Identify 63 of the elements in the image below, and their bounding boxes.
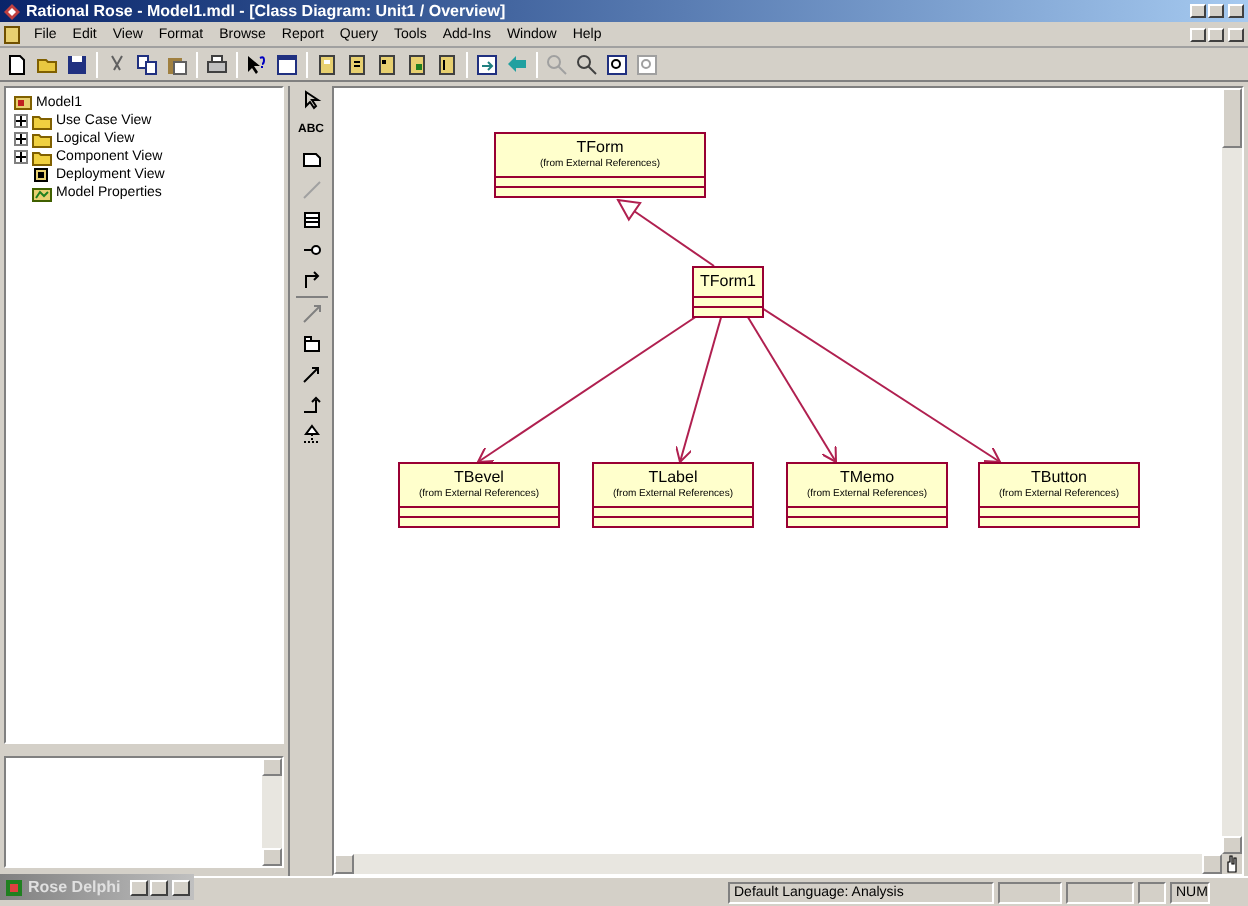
save-icon[interactable] <box>66 53 88 75</box>
fit-icon[interactable] <box>606 53 628 75</box>
restore-button[interactable] <box>130 879 148 895</box>
package-icon[interactable] <box>301 334 321 354</box>
window-title: Rational Rose - Model1.mdl - [Class Diagram: Unit1 / Overview] <box>26 3 506 19</box>
class-name: TLabel <box>648 466 698 486</box>
diagram-icon[interactable] <box>346 53 368 75</box>
generalization-arrow <box>617 199 715 267</box>
scroll-down-button[interactable] <box>262 848 282 866</box>
paste-icon[interactable] <box>166 53 188 75</box>
window-icon[interactable] <box>276 53 298 75</box>
realize-icon[interactable] <box>301 394 321 414</box>
node-icon <box>32 166 52 184</box>
status-panel <box>1066 881 1134 903</box>
app-logo-icon <box>4 3 20 19</box>
vertical-scrollbar[interactable] <box>1222 88 1242 854</box>
model-icon <box>14 94 32 110</box>
inherit-icon[interactable] <box>301 424 321 444</box>
restore-button[interactable] <box>1208 27 1224 41</box>
scroll-up-button[interactable] <box>262 758 282 776</box>
scroll-thumb[interactable] <box>1222 88 1242 148</box>
help-pointer-icon[interactable] <box>246 53 268 75</box>
pointer-icon[interactable] <box>301 90 321 110</box>
class-name: TBevel <box>454 466 504 486</box>
printer-icon[interactable] <box>206 53 228 75</box>
hand-icon[interactable] <box>1222 854 1242 874</box>
app-logo-icon <box>4 877 24 897</box>
class-name: TButton <box>1030 466 1087 486</box>
expand-toggle[interactable] <box>14 132 28 146</box>
scroll-right-button[interactable] <box>1202 854 1222 874</box>
expand-toggle[interactable] <box>14 150 28 164</box>
zoom-in-icon[interactable] <box>576 53 598 75</box>
scissors-icon[interactable] <box>106 53 128 75</box>
scroll-left-button[interactable] <box>334 854 354 874</box>
arrow-icon[interactable] <box>301 364 321 384</box>
browse-icon[interactable] <box>476 53 498 75</box>
status-panel <box>998 881 1062 903</box>
class-name: TMemo <box>839 466 895 486</box>
diagram-icon[interactable] <box>376 53 398 75</box>
horizontal-scrollbar[interactable] <box>334 854 1222 874</box>
properties-icon <box>32 184 52 202</box>
dependency-icon[interactable] <box>301 304 321 324</box>
expand-toggle[interactable] <box>14 114 28 128</box>
maximize-button[interactable] <box>1208 4 1224 18</box>
document-icon[interactable] <box>4 25 20 43</box>
close-button[interactable] <box>172 879 190 895</box>
diagram-icon[interactable] <box>406 53 428 75</box>
scroll-down-button[interactable] <box>1222 836 1242 854</box>
class-icon[interactable] <box>301 210 321 230</box>
diagram-icon[interactable] <box>436 53 458 75</box>
class-name: TForm1 <box>700 270 756 290</box>
window-title: Rose Delphi <box>28 879 121 895</box>
interface-icon[interactable] <box>301 240 321 260</box>
vertical-scrollbar[interactable] <box>262 758 282 866</box>
new-file-icon[interactable] <box>6 53 28 75</box>
open-folder-icon[interactable] <box>36 53 58 75</box>
copy-icon[interactable] <box>136 53 158 75</box>
association-icon[interactable] <box>301 270 321 290</box>
note-icon[interactable] <box>301 150 321 170</box>
diagram-icon[interactable] <box>316 53 338 75</box>
status-panel <box>1138 881 1166 903</box>
maximize-button[interactable] <box>150 879 168 895</box>
class-name: TForm <box>576 136 624 156</box>
